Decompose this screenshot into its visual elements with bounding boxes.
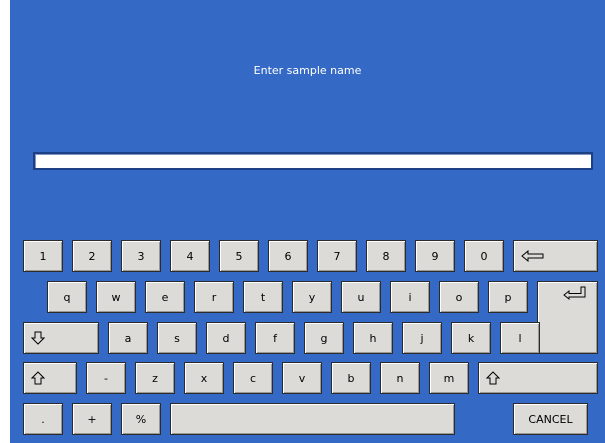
key-p[interactable]: p <box>488 281 528 313</box>
keyboard-screen: Enter sample name 1 2 3 4 5 6 7 8 9 0 q … <box>10 0 605 443</box>
key-7[interactable]: 7 <box>317 240 357 272</box>
key-1[interactable]: 1 <box>23 240 63 272</box>
key-x[interactable]: x <box>184 362 224 394</box>
key-6[interactable]: 6 <box>268 240 308 272</box>
key-t[interactable]: t <box>243 281 283 313</box>
key-q[interactable]: q <box>47 281 87 313</box>
prompt-label: Enter sample name <box>253 64 362 77</box>
key-0[interactable]: 0 <box>464 240 504 272</box>
key-z[interactable]: z <box>135 362 175 394</box>
caps-lock-arrow-icon <box>31 331 45 345</box>
space-key[interactable] <box>170 403 455 435</box>
key-period[interactable]: . <box>23 403 63 435</box>
shift-arrow-icon <box>31 371 45 385</box>
enter-key[interactable] <box>537 281 598 354</box>
key-n[interactable]: n <box>380 362 420 394</box>
key-m[interactable]: m <box>429 362 469 394</box>
key-f[interactable]: f <box>255 322 295 354</box>
key-o[interactable]: o <box>439 281 479 313</box>
key-2[interactable]: 2 <box>72 240 112 272</box>
key-e[interactable]: e <box>145 281 185 313</box>
shift-left-key[interactable] <box>23 362 77 394</box>
key-b[interactable]: b <box>331 362 371 394</box>
key-d[interactable]: d <box>206 322 246 354</box>
key-plus[interactable]: + <box>72 403 112 435</box>
key-i[interactable]: i <box>390 281 430 313</box>
key-u[interactable]: u <box>341 281 381 313</box>
key-l[interactable]: l <box>500 322 540 354</box>
backspace-arrow-icon <box>521 250 544 262</box>
key-a[interactable]: a <box>108 322 148 354</box>
backspace-key[interactable] <box>513 240 598 272</box>
key-h[interactable]: h <box>353 322 393 354</box>
key-3[interactable]: 3 <box>121 240 161 272</box>
key-v[interactable]: v <box>282 362 322 394</box>
caps-lock-key[interactable] <box>23 322 99 354</box>
key-4[interactable]: 4 <box>170 240 210 272</box>
key-s[interactable]: s <box>157 322 197 354</box>
key-k[interactable]: k <box>451 322 491 354</box>
key-g[interactable]: g <box>304 322 344 354</box>
enter-arrow-icon <box>563 286 586 300</box>
cancel-button[interactable]: CANCEL <box>513 403 588 435</box>
key-y[interactable]: y <box>292 281 332 313</box>
key-5[interactable]: 5 <box>219 240 259 272</box>
shift-right-key[interactable] <box>478 362 598 394</box>
sample-name-input[interactable] <box>33 152 593 170</box>
key-8[interactable]: 8 <box>366 240 406 272</box>
key-9[interactable]: 9 <box>415 240 455 272</box>
key-dash[interactable]: - <box>86 362 126 394</box>
shift-arrow-icon <box>486 371 500 385</box>
key-w[interactable]: w <box>96 281 136 313</box>
key-j[interactable]: j <box>402 322 442 354</box>
key-percent[interactable]: % <box>121 403 161 435</box>
key-r[interactable]: r <box>194 281 234 313</box>
key-c[interactable]: c <box>233 362 273 394</box>
